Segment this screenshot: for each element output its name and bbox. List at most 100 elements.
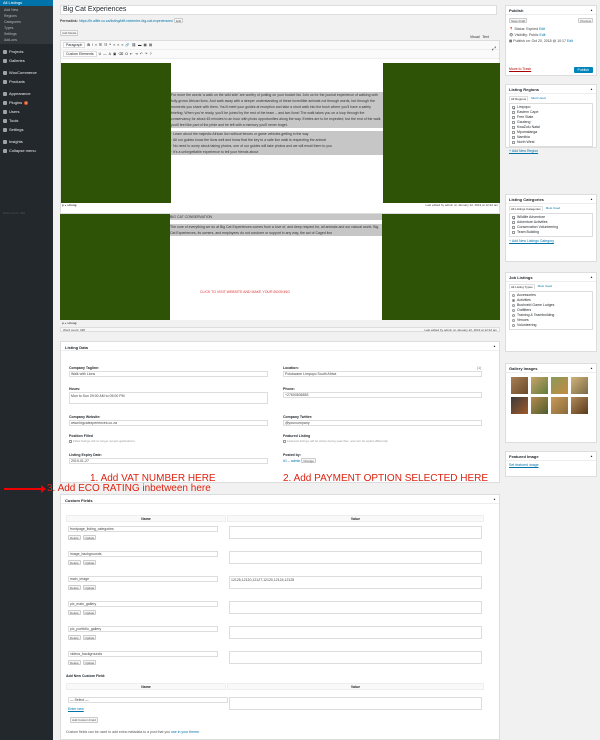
gallery-image[interactable] [511,377,528,394]
toggle-arrow-icon-5[interactable]: ▲ [590,197,593,201]
align-left-icon[interactable]: ≡ [113,43,115,47]
custom-field-update-button[interactable]: Update [82,635,97,640]
twitter-input[interactable]: @yourcompany [283,420,482,426]
paste-text-icon[interactable]: ▣ [113,52,116,56]
add-region-link[interactable]: + Add New Region [506,147,596,155]
categories-tab-used[interactable]: Most Used [546,206,560,211]
add-category-link[interactable]: + Add New Listings Category [506,237,596,245]
bullet-list-icon[interactable]: ☰ [99,43,102,47]
custom-field-delete-button[interactable]: Delete [68,635,81,640]
status-edit-link[interactable]: Edit [539,27,545,31]
custom-field-name[interactable]: pix_portfolio_gallery [68,626,218,632]
custom-field-update-button[interactable]: Update [82,585,97,590]
text-color-icon[interactable]: A [109,52,111,56]
sidebar-item-insights[interactable]: Insights [0,137,53,146]
gallery-image[interactable] [571,397,588,414]
cf-key-select[interactable]: — Select — [68,697,228,703]
save-draft-button[interactable]: Save Draft [509,18,528,23]
add-media-button[interactable]: Add Media [60,30,79,36]
toggle-arrow-icon-4[interactable]: ▲ [590,87,593,91]
set-featured-image-link[interactable]: Set featured image [506,461,596,469]
custom-field-name[interactable]: frontpage_listing_categories [68,526,218,532]
custom-field-value[interactable] [229,651,482,664]
change-author-button[interactable]: Change [301,458,316,463]
tab-text[interactable]: Text [482,35,488,39]
custom-field-name[interactable]: videos_backgrounds [68,651,218,657]
date-edit-link[interactable]: Edit [567,39,573,43]
bold-icon[interactable]: B [87,43,90,47]
editor-page[interactable]: For more the words 'a walk on the wild s… [171,63,383,203]
quote-icon[interactable]: ❝ [109,43,111,47]
link-icon[interactable]: 🔗 [125,43,129,47]
move-to-trash-link[interactable]: Move to Trash [509,67,531,71]
gallery-image[interactable] [551,397,568,414]
checkbox[interactable] [512,121,515,124]
job_listings-option[interactable]: Volunteering [512,323,590,328]
custom-field-name[interactable]: pix_main_gallery [68,601,218,607]
categories-tab-all[interactable]: All Listings Categories [509,206,543,211]
gallery-image[interactable] [571,377,588,394]
gallery-image[interactable] [551,377,568,394]
categories-option[interactable]: Team Building [512,230,590,235]
fullscreen-icon[interactable]: ⤢ [492,46,496,52]
custom-elements-select[interactable]: Custom Elements [63,51,97,57]
permalink-edit-button[interactable]: Edit [173,18,184,23]
cf-enter-new-link[interactable]: Enter new [68,707,84,711]
custom-field-delete-button[interactable]: Delete [68,560,81,565]
sidebar-item-tools[interactable]: Tools [0,116,53,125]
website-input[interactable]: www.bigcatexperiences.co.za [69,420,268,426]
checkbox[interactable] [512,111,515,114]
sidebar-item-users[interactable]: Users [0,107,53,116]
toggle-arrow-icon-3[interactable]: ▲ [590,8,593,12]
checkbox[interactable] [512,221,515,224]
clear-format-icon[interactable]: ⌫ [118,52,123,56]
align-right-icon[interactable]: ≡ [121,43,123,47]
outdent-icon[interactable]: ⇤ [130,52,133,56]
redo-icon[interactable]: ↷ [145,52,148,56]
tab-visual[interactable]: Visual [470,35,479,39]
hours-input[interactable]: Mon to Sun 09:00 AM to 05:00 PM [69,392,268,404]
checkbox[interactable] [512,226,515,229]
editor-page-2[interactable]: BIG CAT CONSERVATION The core of everyth… [170,214,382,320]
custom-field-value[interactable] [229,526,482,539]
types-tab-all[interactable]: All Listing Types [509,284,535,289]
regions-tab-all[interactable]: All Regions [509,96,529,101]
custom-field-update-button[interactable]: Update [82,535,97,540]
toggle-arrow-icon-6[interactable]: ▲ [590,275,593,279]
checkbox[interactable]: ✓ [512,106,516,111]
position-filled-checkbox[interactable] [69,439,72,443]
italic-icon[interactable]: I [92,43,93,47]
radio-button[interactable] [512,324,515,327]
special-char-icon[interactable]: Ω [125,52,128,56]
custom-field-value[interactable]: 12125,12120,12127,12120,12124,12125 [229,576,482,589]
custom-field-value[interactable] [229,601,482,614]
indent-icon[interactable]: ⇥ [135,52,138,56]
checkbox[interactable]: ✓ [512,216,516,221]
types-tab-used[interactable]: Most Used [538,284,552,289]
sidebar-item-products[interactable]: Products [0,77,53,86]
booking-link[interactable]: CLICK TO VISIT WEBSITE AND MAKE YOUR BOO… [200,290,290,294]
toggle-arrow-icon-8[interactable]: ▲ [590,454,593,458]
strikethrough-icon[interactable]: ≡ [95,43,97,47]
radio-button[interactable] [512,294,515,297]
custom-field-delete-button[interactable]: Delete [68,610,81,615]
cf-footer-link[interactable]: use in your theme. [171,730,200,734]
sidebar-item-appearance[interactable]: Appearance [0,89,53,98]
radio-button[interactable] [512,309,515,312]
custom-field-name[interactable]: image_backgrounds [68,551,218,557]
sidebar-collapse-menu[interactable]: Collapse menu [0,146,53,155]
custom-field-name[interactable]: main_image [68,576,218,582]
radio-button[interactable] [512,314,515,317]
checkbox[interactable] [512,131,515,134]
gallery-image[interactable] [511,397,528,414]
checkbox[interactable] [512,231,515,234]
publish-button[interactable]: Publish [573,67,593,73]
sidebar-item-projects[interactable]: Projects [0,47,53,56]
checkbox[interactable] [512,126,515,129]
numbered-list-icon[interactable]: ☷ [104,43,107,47]
custom-field-delete-button[interactable]: Delete [68,585,81,590]
unlink-icon[interactable]: ⛓ [132,43,136,47]
permalink-url[interactable]: https://lh.allife.co.za/listing/idff-red… [79,19,173,23]
radio-button[interactable] [512,304,515,307]
posted-by-link[interactable]: #1 – admin [283,459,300,463]
